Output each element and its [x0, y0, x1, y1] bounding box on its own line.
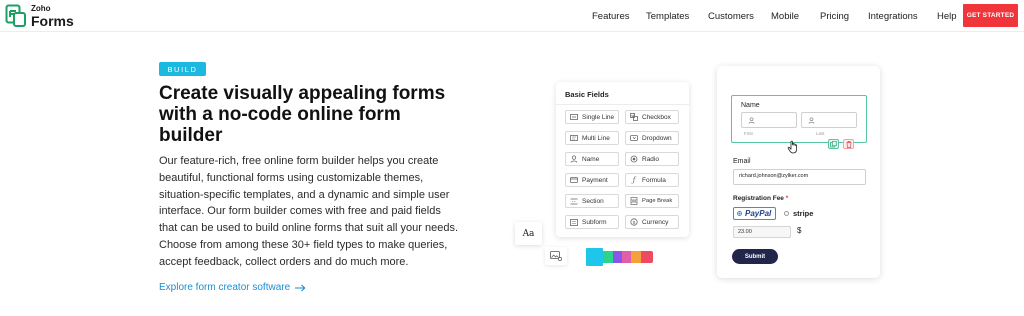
- basic-fields-title: Basic Fields: [565, 90, 609, 99]
- color-swatch-orange[interactable]: [631, 251, 641, 263]
- field-checkbox[interactable]: Checkbox: [625, 110, 679, 124]
- nav-customers[interactable]: Customers: [708, 11, 754, 22]
- required-mark: *: [785, 195, 789, 202]
- name-field-label: Name: [741, 102, 760, 109]
- field-label: Section: [582, 197, 604, 205]
- explore-form-creator-link[interactable]: Explore form creator software: [159, 282, 306, 293]
- basic-fields-panel: Basic Fields Single Line Checkbox Multi …: [556, 82, 689, 237]
- first-sublabel: First: [744, 131, 753, 136]
- logo-zoho-text: Zoho: [31, 3, 51, 13]
- site-header: Zoho Forms Features Templates Customers …: [0, 0, 1024, 32]
- copy-icon: [830, 140, 837, 147]
- last-name-input[interactable]: [801, 112, 857, 128]
- field-label: Formula: [642, 176, 666, 184]
- field-payment[interactable]: Payment: [565, 173, 619, 187]
- zoho-forms-logo[interactable]: Zoho Forms: [5, 4, 74, 28]
- stripe-label: stripe: [793, 209, 814, 218]
- get-started-button[interactable]: GET STARTED: [963, 4, 1018, 27]
- hero-description: Our feature-rich, free online form build…: [159, 155, 459, 268]
- currency-symbol: $: [797, 226, 802, 235]
- email-input-value: richard.johnson@zylker.com: [739, 173, 809, 179]
- field-label: Checkbox: [642, 113, 671, 121]
- user-icon: [570, 155, 578, 163]
- payment-icon: [570, 176, 578, 184]
- font-style-card[interactable]: Aa: [515, 222, 542, 245]
- stripe-radio[interactable]: [784, 211, 789, 216]
- arrow-right-icon: [295, 284, 306, 291]
- nav-mobile[interactable]: Mobile: [771, 11, 799, 22]
- field-dropdown[interactable]: Dropdown: [625, 131, 679, 145]
- duplicate-field-button[interactable]: [828, 139, 839, 149]
- multi-line-icon: [570, 134, 578, 142]
- formula-icon: ƒ: [632, 176, 636, 184]
- dropdown-icon: [630, 134, 638, 142]
- registration-fee-text: Registration Fee: [733, 195, 784, 202]
- field-radio[interactable]: Radio: [625, 152, 679, 166]
- email-input[interactable]: richard.johnson@zylker.com: [733, 169, 866, 185]
- image-tool-card[interactable]: [545, 247, 567, 265]
- field-label: Currency: [642, 218, 669, 226]
- field-single-line[interactable]: Single Line: [565, 110, 619, 124]
- field-subform[interactable]: Subform: [565, 215, 619, 229]
- field-page-break[interactable]: Page Break: [625, 194, 679, 208]
- subform-icon: [570, 218, 578, 226]
- nav-templates[interactable]: Templates: [646, 11, 689, 22]
- color-swatch-red[interactable]: [641, 251, 653, 263]
- currency-icon: $: [630, 218, 638, 226]
- image-icon: [550, 251, 562, 261]
- hero-title: Create visually appealing forms with a n…: [159, 83, 446, 146]
- field-formula[interactable]: ƒ Formula: [625, 173, 679, 187]
- forms-logo-icon: [5, 4, 27, 28]
- logo-forms-text: Forms: [31, 12, 74, 29]
- field-label: Dropdown: [642, 134, 672, 142]
- stripe-option[interactable]: stripe: [784, 209, 813, 218]
- field-label: Name: [582, 155, 600, 163]
- field-name[interactable]: Name: [565, 152, 619, 166]
- color-swatch-cyan[interactable]: [586, 248, 603, 266]
- nav-help[interactable]: Help: [937, 11, 957, 22]
- nav-integrations[interactable]: Integrations: [868, 11, 918, 22]
- color-swatch-pink[interactable]: [622, 251, 631, 263]
- email-field-label: Email: [733, 158, 751, 165]
- field-label: Multi Line: [582, 134, 610, 142]
- color-swatch-purple[interactable]: [613, 251, 622, 263]
- field-label: Payment: [582, 176, 608, 184]
- user-icon: [748, 117, 755, 124]
- field-currency[interactable]: $ Currency: [625, 215, 679, 229]
- first-name-input[interactable]: [741, 112, 797, 128]
- field-label: Single Line: [582, 113, 615, 121]
- amount-input[interactable]: 23.00: [733, 226, 791, 238]
- nav-pricing[interactable]: Pricing: [820, 11, 849, 22]
- name-field-selected[interactable]: Name First Last: [731, 95, 867, 143]
- panel-divider: [556, 104, 689, 105]
- svg-text:$: $: [633, 220, 636, 226]
- nav-features[interactable]: Features: [592, 11, 630, 22]
- paypal-label: PayPal: [745, 209, 772, 218]
- last-sublabel: Last: [816, 131, 825, 136]
- submit-button[interactable]: Submit: [732, 249, 778, 264]
- page-break-icon: [630, 197, 638, 205]
- field-multi-line[interactable]: Multi Line: [565, 131, 619, 145]
- field-label: Subform: [582, 218, 607, 226]
- field-section[interactable]: Section: [565, 194, 619, 208]
- field-label: Page Break: [642, 198, 673, 204]
- field-label: Radio: [642, 155, 659, 163]
- trash-icon: [846, 140, 851, 148]
- section-icon: [570, 197, 578, 205]
- amount-value: 23.00: [738, 229, 752, 235]
- delete-field-button[interactable]: [843, 139, 854, 149]
- build-badge: BUILD: [159, 62, 206, 76]
- hand-cursor-icon: [787, 140, 797, 154]
- single-line-icon: [570, 113, 578, 121]
- registration-fee-label: Registration Fee *: [733, 195, 788, 202]
- checkbox-icon: [630, 113, 638, 121]
- color-swatch-green[interactable]: [603, 251, 613, 263]
- user-icon: [808, 117, 815, 124]
- explore-link-label: Explore form creator software: [159, 282, 291, 293]
- paypal-option[interactable]: PayPal: [733, 207, 776, 220]
- radio-icon: [630, 155, 638, 163]
- paypal-radio[interactable]: [737, 211, 742, 216]
